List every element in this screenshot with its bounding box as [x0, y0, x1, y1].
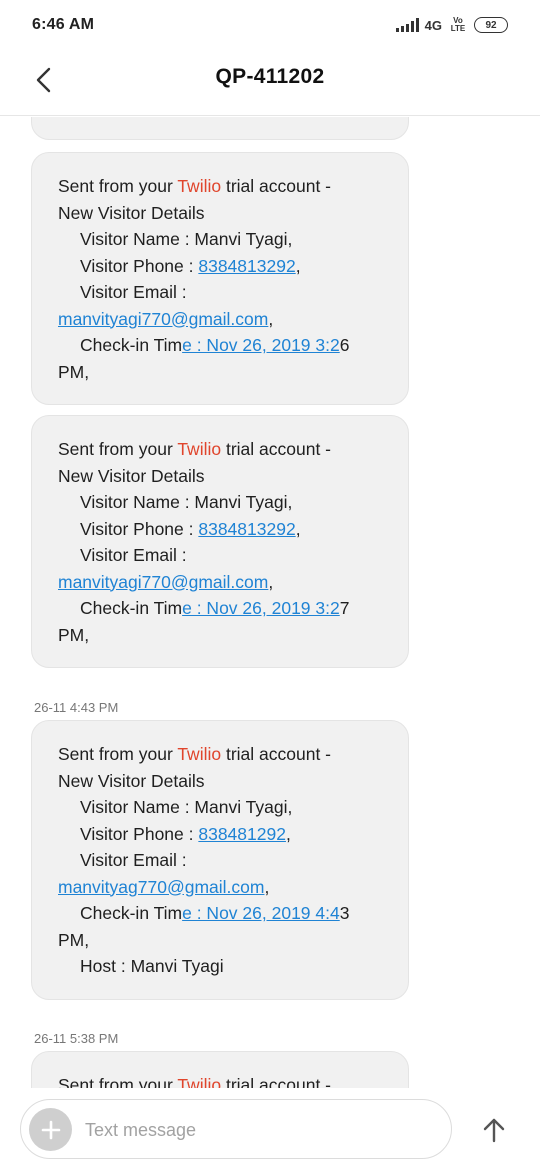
visitor-email-label: Visitor Email :: [80, 282, 187, 302]
conversation-header: QP-411202: [0, 50, 540, 116]
message-bubble[interactable]: Sent from your Twilio trial account -: [31, 1051, 409, 1088]
date-link[interactable]: e : Nov 26, 2019 4:4: [182, 903, 340, 923]
message-timestamp: 26-11 5:38 PM: [34, 1031, 119, 1046]
phone-link[interactable]: 8384813292: [198, 256, 295, 276]
visitor-name-line: Visitor Name : Manvi Tyagi,: [80, 492, 293, 512]
email-link[interactable]: manvityagi770@gmail.com: [58, 572, 268, 592]
status-indicators: 4G Vo LTE 92: [395, 16, 508, 33]
message-input[interactable]: [85, 1114, 425, 1146]
arrow-up-icon: [483, 1118, 505, 1143]
checkin-line: Check-in Time : Nov 26, 2019 4:43: [80, 903, 350, 923]
message-line: Sent from your Twilio trial account -: [58, 744, 331, 764]
message-bubble[interactable]: Sent from your Twilio trial account - Ne…: [31, 152, 409, 405]
visitor-name-line: Visitor Name : Manvi Tyagi,: [80, 797, 293, 817]
brand-text: Twilio: [177, 439, 222, 459]
checkin-line: Check-in Time : Nov 26, 2019 3:27: [80, 598, 350, 618]
message-bubble-partial[interactable]: [31, 117, 409, 140]
email-link[interactable]: manvityag770@gmail.com: [58, 877, 264, 897]
add-attachment-button[interactable]: [29, 1108, 72, 1151]
message-bubble[interactable]: Sent from your Twilio trial account - Ne…: [31, 720, 409, 1000]
brand-text: Twilio: [177, 744, 222, 764]
visitor-phone-line: Visitor Phone : 838481292,: [80, 823, 291, 844]
message-composer: [0, 1088, 540, 1170]
message-subject: New Visitor Details: [58, 202, 205, 223]
checkin-ampm: PM,: [58, 361, 90, 382]
message-line: Sent from your Twilio trial account -: [58, 1072, 382, 1088]
message-subject: New Visitor Details: [58, 770, 205, 791]
battery-icon: 92: [474, 17, 508, 33]
email-link[interactable]: manvityagi770@gmail.com: [58, 309, 268, 329]
status-time: 6:46 AM: [32, 16, 95, 33]
status-bar: 6:46 AM 4G Vo LTE 92: [0, 0, 540, 50]
visitor-email-line: manvityagi770@gmail.com,: [58, 571, 274, 592]
conversation-title: QP-411202: [215, 65, 325, 88]
plus-icon: [41, 1120, 60, 1139]
host-line: Host : Manvi Tyagi: [80, 956, 224, 976]
message-timestamp: 26-11 4:43 PM: [34, 700, 119, 715]
signal-icon: [395, 18, 419, 32]
date-link[interactable]: e : Nov 26, 2019 3:2: [182, 598, 340, 618]
phone-link[interactable]: 8384813292: [198, 519, 295, 539]
brand-text: Twilio: [177, 176, 222, 196]
checkin-line: Check-in Time : Nov 26, 2019 3:26: [80, 335, 350, 355]
phone-link[interactable]: 838481292: [198, 824, 286, 844]
visitor-name-line: Visitor Name : Manvi Tyagi,: [80, 229, 293, 249]
volte-indicator: Vo LTE: [450, 16, 466, 33]
visitor-email-label: Visitor Email :: [80, 850, 187, 870]
visitor-email-label: Visitor Email :: [80, 545, 187, 565]
network-type: 4G: [424, 17, 442, 33]
checkin-ampm: PM,: [58, 624, 90, 645]
visitor-phone-line: Visitor Phone : 8384813292,: [80, 518, 301, 539]
visitor-phone-line: Visitor Phone : 8384813292,: [80, 255, 301, 276]
message-thread[interactable]: Sent from your Twilio trial account - Ne…: [0, 117, 540, 1088]
message-bubble[interactable]: Sent from your Twilio trial account - Ne…: [31, 415, 409, 668]
battery-level: 92: [485, 19, 497, 31]
checkin-ampm: PM,: [58, 929, 90, 950]
send-button[interactable]: [474, 1112, 514, 1148]
visitor-email-line: manvityagi770@gmail.com,: [58, 308, 274, 329]
message-subject: New Visitor Details: [58, 465, 205, 486]
message-line: Sent from your Twilio trial account -: [58, 439, 331, 459]
message-line: Sent from your Twilio trial account -: [58, 176, 331, 196]
composer-field[interactable]: [20, 1099, 452, 1159]
date-link[interactable]: e : Nov 26, 2019 3:2: [182, 335, 340, 355]
visitor-email-line: manvityag770@gmail.com,: [58, 876, 270, 897]
brand-text: Twilio: [177, 1075, 222, 1088]
